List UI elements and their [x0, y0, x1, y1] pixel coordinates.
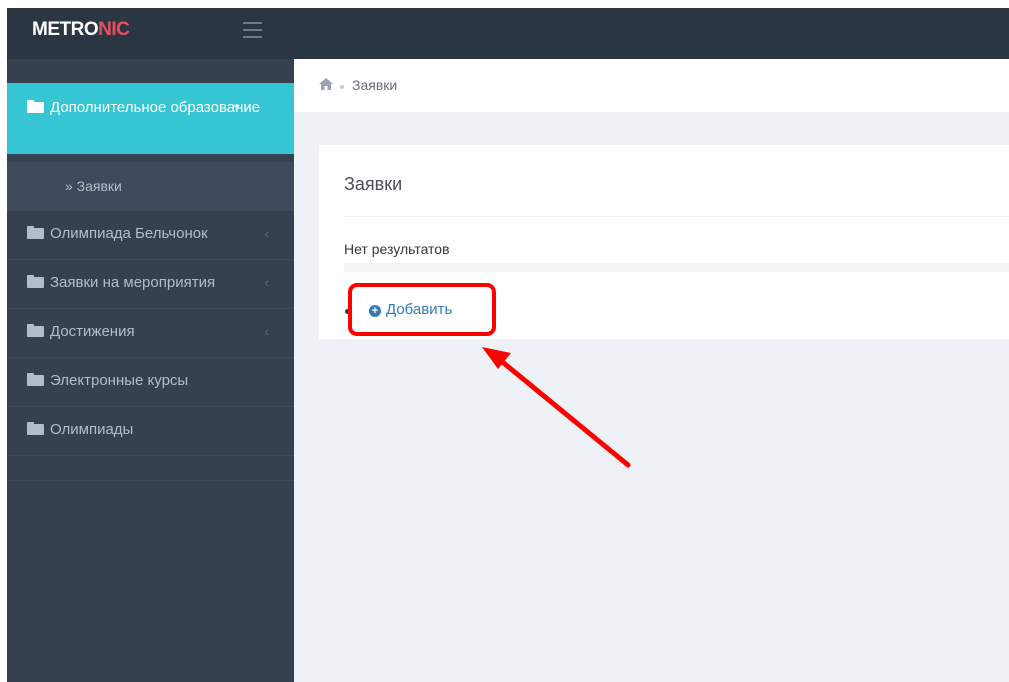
breadcrumb-current: Заявки — [352, 77, 398, 93]
sidebar-item-achievements[interactable]: Достижения ‹ — [7, 309, 294, 358]
folder-icon — [27, 275, 44, 288]
chevron-left-icon: ‹ — [264, 275, 269, 290]
folder-icon — [27, 422, 44, 435]
folder-icon — [27, 373, 44, 386]
chevron-left-icon: ‹ — [264, 226, 269, 241]
panel-title: Заявки — [344, 174, 403, 194]
folder-icon — [27, 226, 44, 239]
chevron-left-icon: ‹ — [264, 324, 269, 339]
sidebar-item-olympiads[interactable]: Олимпиады — [7, 407, 294, 456]
home-icon[interactable] — [319, 78, 333, 90]
sidebar-item-label: Олимпиада Бельчонок — [50, 225, 208, 242]
sidebar-item-label: Электронные курсы — [50, 372, 189, 389]
sidebar-item-label: Олимпиады — [50, 421, 134, 438]
app-frame: METRONIC Дополнительное образование ⌄ » … — [7, 8, 1009, 682]
sidebar-item-event-requests[interactable]: Заявки на мероприятия ‹ — [7, 260, 294, 309]
chevron-down-icon: ⌄ — [231, 96, 242, 111]
logo[interactable]: METRONIC — [32, 19, 130, 41]
sidebar-item-olympiad-belchonok[interactable]: Олимпиада Бельчонок ‹ — [7, 211, 294, 260]
sidebar: Дополнительное образование ⌄ » Заявки Ол… — [7, 59, 294, 682]
sidebar-item-label: Заявки на мероприятия — [50, 274, 216, 291]
sidebar-item-label: Дополнительное образование — [50, 99, 261, 116]
sidebar-item-label: Достижения — [50, 323, 135, 340]
folder-icon — [27, 324, 44, 337]
sidebar-item-additional-education[interactable]: Дополнительное образование ⌄ — [7, 83, 294, 154]
menu-toggle-icon[interactable] — [243, 22, 262, 38]
breadcrumb: Заявки — [294, 59, 1009, 112]
highlight-box — [348, 283, 496, 336]
top-bar: METRONIC — [7, 8, 1009, 59]
folder-icon — [27, 100, 44, 113]
sidebar-item-e-courses[interactable]: Электронные курсы — [7, 358, 294, 407]
empty-message: Нет результатов — [344, 241, 450, 257]
sidebar-subitem-requests[interactable]: » Заявки — [7, 162, 294, 211]
